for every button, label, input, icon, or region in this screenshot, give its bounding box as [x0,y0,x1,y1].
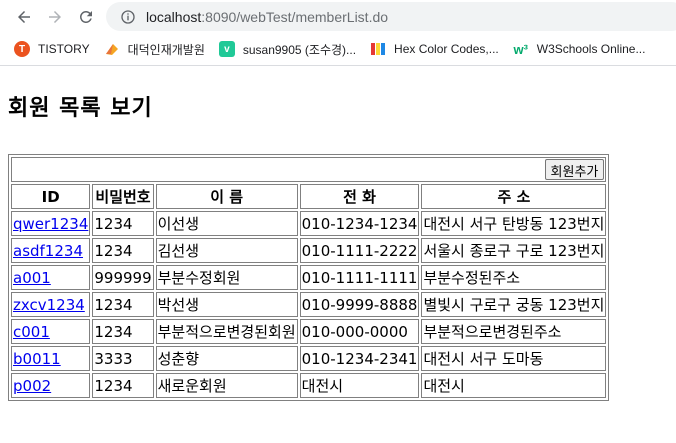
cell-password: 1234 [92,292,154,317]
url-path: :8090/webTest/memberList.do [201,8,389,25]
table-row: p002 1234 새로운회원 대전시 대전시 [11,373,607,398]
add-member-button[interactable]: 회원추가 [544,159,605,180]
table-row: c001 1234 부분적으로변경된회원 010-000-0000 부분적으로변… [11,319,607,344]
cell-name: 김선생 [155,238,298,263]
table-row: b0011 3333 성춘향 010-1234-2341 대전시 서구 도마동 [11,346,607,371]
cell-address: 대전시 서구 도마동 [421,346,607,371]
bookmarks-bar: T TISTORY 대덕인재개발원 v susan9905 (조수경)... H… [0,33,676,66]
cell-address: 부분적으로변경된주소 [421,319,607,344]
cell-phone: 010-9999-8888 [299,292,420,317]
cell-phone: 010-1234-1234 [299,211,420,236]
cell-id: b0011 [11,346,91,371]
cell-name: 부분적으로변경된회원 [155,319,298,344]
table-header-row: ID 비밀번호 이 름 전 화 주 소 [11,184,607,209]
address-bar[interactable]: localhost:8090/webTest/memberList.do [106,2,676,31]
column-header-id: ID [11,184,91,209]
bookmark-label: TISTORY [38,42,90,56]
url-host: localhost [146,8,202,25]
velog-icon: v [218,41,235,57]
member-id-link[interactable]: p002 [13,377,51,395]
back-button[interactable] [10,3,38,31]
cell-password: 1234 [92,373,154,398]
table-row: qwer1234 1234 이선생 010-1234-1234 대전시 서구 탄… [11,211,607,236]
member-id-link[interactable]: a001 [13,269,51,287]
cell-password: 999999 [92,265,154,290]
cell-name: 박선생 [155,292,298,317]
bookmark-label: Hex Color Codes,... [394,42,499,56]
column-header-phone: 전 화 [299,184,420,209]
cell-address: 별빛시 구로구 궁동 123번지 [421,292,607,317]
cell-password: 1234 [92,319,154,344]
cell-name: 부분수정회원 [155,265,298,290]
table-row: asdf1234 1234 김선생 010-1111-2222 서울시 종로구 … [11,238,607,263]
bookmark-label: 대덕인재개발원 [127,42,205,57]
forward-button[interactable] [41,3,69,31]
cell-id: c001 [11,319,91,344]
reload-button[interactable] [72,3,100,31]
cell-phone: 010-1111-2222 [299,238,420,263]
bookmark-daedeok[interactable]: 대덕인재개발원 [104,41,205,58]
forward-arrow-icon [49,10,61,23]
cell-password: 3333 [92,346,154,371]
page-title: 회원 목록 보기 [8,96,153,121]
cell-id: qwer1234 [11,211,91,236]
table-row: zxcv1234 1234 박선생 010-9999-8888 별빛시 구로구 … [11,292,607,317]
member-table: 회원추가 ID 비밀번호 이 름 전 화 주 소 qwer1234 1234 이… [8,154,610,401]
column-header-password: 비밀번호 [92,184,154,209]
reload-icon [79,10,92,23]
cell-address: 서울시 종로구 구로 123번지 [421,238,607,263]
table-row: a001 999999 부분수정회원 010-1111-1111 부분수정된주소 [11,265,607,290]
cell-address: 대전시 [421,373,607,398]
member-id-link[interactable]: b0011 [13,350,61,368]
info-icon[interactable] [120,9,136,25]
cell-name: 성춘향 [155,346,298,371]
cell-address: 대전시 서구 탄방동 123번지 [421,211,607,236]
cell-name: 이선생 [155,211,298,236]
cell-id: p002 [11,373,91,398]
cell-id: zxcv1234 [11,292,91,317]
tistory-icon: T [14,41,30,57]
daedeok-icon [104,41,120,57]
cell-name: 새로운회원 [155,373,298,398]
bookmark-hex-color[interactable]: Hex Color Codes,... [370,41,499,57]
cell-phone: 010-1234-2341 [299,346,420,371]
back-arrow-icon [18,10,30,23]
cell-phone: 010-1111-1111 [299,265,420,290]
cell-phone: 대전시 [299,373,420,398]
bookmark-velog[interactable]: v susan9905 (조수경)... [218,41,357,58]
cell-id: a001 [11,265,91,290]
hex-color-icon [370,41,386,57]
cell-phone: 010-000-0000 [299,319,420,344]
page-content: 회원 목록 보기 회원추가 ID 비밀번호 이 름 전 화 주 소 qwer12… [0,90,676,401]
browser-toolbar: localhost:8090/webTest/memberList.do [0,0,676,33]
add-button-cell: 회원추가 [11,157,607,182]
cell-password: 1234 [92,211,154,236]
cell-address: 부분수정된주소 [421,265,607,290]
member-id-link[interactable]: c001 [13,323,50,341]
column-header-name: 이 름 [155,184,298,209]
member-id-link[interactable]: qwer1234 [13,215,88,233]
cell-id: asdf1234 [11,238,91,263]
bookmark-label: W3Schools Online... [536,42,646,56]
bookmark-w3schools[interactable]: w³ W3Schools Online... [513,41,646,57]
bookmark-tistory[interactable]: T TISTORY [14,41,90,57]
member-id-link[interactable]: zxcv1234 [13,296,85,314]
cell-password: 1234 [92,238,154,263]
table-toolbar-row: 회원추가 [11,157,607,182]
column-header-address: 주 소 [421,184,607,209]
w3schools-icon: w³ [513,41,528,57]
member-id-link[interactable]: asdf1234 [13,242,83,260]
bookmark-label: susan9905 (조수경)... [242,42,357,57]
